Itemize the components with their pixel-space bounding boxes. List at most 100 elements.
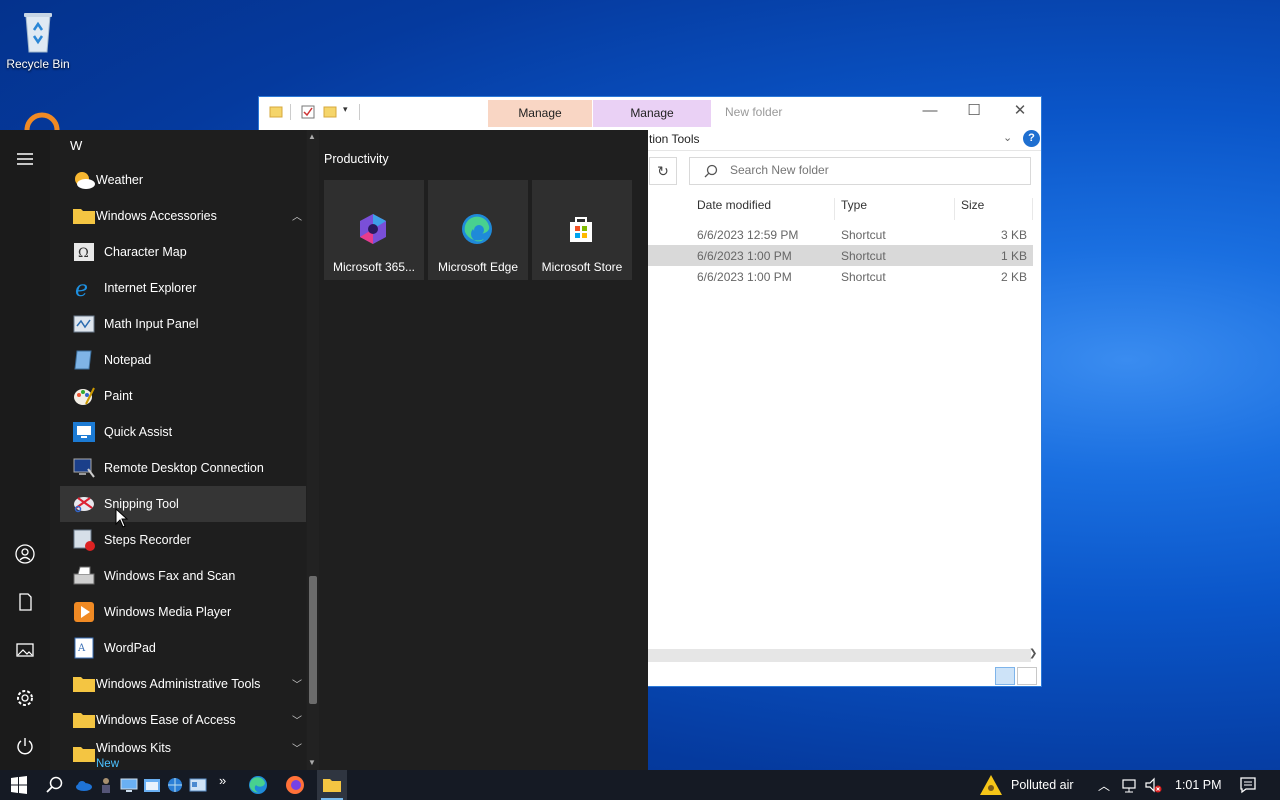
action-center-icon[interactable]	[1238, 775, 1258, 795]
app-snipping-tool[interactable]: Snipping Tool	[60, 486, 306, 522]
network-status-icon[interactable]	[1120, 775, 1140, 795]
folder-ease-of-access[interactable]: Windows Ease of Access ﹀	[60, 702, 306, 738]
documents-icon[interactable]	[12, 589, 38, 615]
quick-assist-icon	[73, 422, 95, 442]
app-paint[interactable]: Paint	[60, 378, 306, 414]
file-type: Shortcut	[841, 228, 886, 242]
mouse-cursor-icon	[115, 508, 129, 528]
app-label: Paint	[104, 389, 133, 403]
monitor-icon[interactable]	[119, 775, 139, 795]
tile-group-title[interactable]: Productivity	[324, 152, 389, 166]
settings-gear-icon[interactable]	[12, 685, 38, 711]
taskbar: » Polluted air ︿ 1:01 PM	[0, 770, 1280, 800]
windows-start-icon[interactable]	[9, 775, 29, 795]
firefox-icon[interactable]	[285, 775, 305, 795]
app-wordpad[interactable]: A WordPad	[60, 630, 306, 666]
air-quality-icon[interactable]	[979, 773, 1003, 797]
close-button[interactable]: ✕	[997, 97, 1041, 127]
file-row[interactable]: 6/6/2023 12:59 PM Shortcut 3 KB	[647, 224, 1033, 245]
tile-microsoft-365[interactable]: Microsoft 365...	[324, 180, 424, 280]
minimize-button[interactable]: —	[907, 97, 953, 127]
volume-muted-icon[interactable]	[1143, 775, 1163, 795]
refresh-button[interactable]: ↻	[649, 157, 677, 185]
app-character-map[interactable]: Ω Character Map	[60, 234, 306, 270]
scroll-right-icon[interactable]: ❯	[1029, 648, 1037, 659]
svg-text:e: e	[75, 277, 88, 300]
app-label: WordPad	[104, 641, 156, 655]
chevron-down-icon: ﹀	[292, 744, 302, 755]
app-math-input-panel[interactable]: Math Input Panel	[60, 306, 306, 342]
column-date-modified[interactable]: Date modified	[691, 198, 835, 220]
qat-dropdown-icon[interactable]: ▾	[343, 104, 348, 115]
scroll-down-icon[interactable]: ▼	[308, 758, 316, 767]
more-apps-icon[interactable]: »	[219, 773, 226, 788]
app-steps-recorder[interactable]: Steps Recorder	[60, 522, 306, 558]
tab-manage-application[interactable]: Manage	[593, 100, 711, 127]
window-title: New folder	[725, 105, 783, 119]
folder-windows-kits[interactable]: Windows Kits New ﹀	[60, 734, 306, 770]
scroll-thumb[interactable]	[309, 576, 317, 704]
user-tray-icon[interactable]	[96, 775, 116, 795]
scroll-up-icon[interactable]: ▲	[308, 132, 316, 141]
app-label: Weather	[96, 173, 144, 187]
search-input[interactable]	[730, 163, 1020, 177]
power-icon[interactable]	[12, 733, 38, 759]
tab-manage-shortcut[interactable]: Manage	[488, 100, 592, 127]
pictures-icon[interactable]	[12, 637, 38, 663]
show-hidden-icons-icon[interactable]: ︿	[1098, 777, 1110, 794]
onedrive-icon[interactable]	[74, 775, 94, 795]
maximize-button[interactable]: ☐	[951, 97, 997, 127]
weather-status-text[interactable]: Polluted air	[1011, 778, 1074, 792]
hamburger-menu-icon[interactable]	[12, 146, 38, 172]
horizontal-scrollbar[interactable]	[647, 649, 1031, 662]
app-remote-desktop[interactable]: Remote Desktop Connection	[60, 450, 306, 486]
search-icon[interactable]	[45, 775, 65, 795]
control-panel-icon[interactable]	[188, 775, 208, 795]
fax-scan-icon	[73, 566, 95, 585]
help-icon[interactable]: ?	[1023, 130, 1040, 147]
column-size[interactable]: Size	[955, 198, 1033, 220]
file-date: 6/6/2023 12:59 PM	[697, 228, 799, 242]
network-icon[interactable]	[165, 775, 185, 795]
edge-taskbar-icon[interactable]	[248, 775, 268, 795]
app-fax-and-scan[interactable]: Windows Fax and Scan	[60, 558, 306, 594]
tile-microsoft-store[interactable]: Microsoft Store	[532, 180, 632, 280]
tile-microsoft-edge[interactable]: Microsoft Edge	[428, 180, 528, 280]
microsoft-365-icon	[360, 214, 386, 244]
paint-icon	[74, 387, 95, 405]
svg-text:A: A	[77, 643, 86, 654]
app-quick-assist[interactable]: Quick Assist	[60, 414, 306, 450]
large-icons-view-button[interactable]	[1017, 667, 1037, 685]
file-row[interactable]: 6/6/2023 1:00 PM Shortcut 1 KB	[647, 245, 1033, 266]
refresh-icon: ↻	[657, 163, 669, 179]
folder-icon	[73, 747, 95, 762]
remote-desktop-icon	[73, 458, 95, 478]
recycle-bin[interactable]: Recycle Bin	[0, 8, 76, 71]
app-weather[interactable]: Weather	[60, 162, 306, 198]
properties-icon[interactable]	[301, 105, 315, 119]
new-folder-icon[interactable]	[323, 105, 337, 119]
letter-header[interactable]: W	[70, 138, 82, 153]
internet-explorer-icon: e	[75, 277, 88, 300]
app-internet-explorer[interactable]: e Internet Explorer	[60, 270, 306, 306]
file-size: 3 KB	[1000, 228, 1027, 242]
ribbon-expand-icon[interactable]: ⌄	[1003, 131, 1012, 144]
ribbon-tools-label[interactable]: tion Tools	[649, 132, 699, 146]
app-media-player[interactable]: Windows Media Player	[60, 594, 306, 630]
column-type[interactable]: Type	[835, 198, 955, 220]
search-box[interactable]	[689, 157, 1031, 185]
folder-icon[interactable]	[269, 105, 283, 119]
app-notepad[interactable]: Notepad	[60, 342, 306, 378]
user-account-icon[interactable]	[12, 541, 38, 567]
file-explorer-icon[interactable]	[142, 775, 162, 795]
details-view-button[interactable]	[995, 667, 1015, 685]
clock[interactable]: 1:01 PM	[1175, 778, 1222, 792]
explorer-titlebar[interactable]: ▾ Manage Manage New folder — ☐ ✕	[259, 97, 1041, 127]
file-size: 2 KB	[1000, 270, 1027, 284]
file-size: 1 KB	[1000, 249, 1027, 263]
active-app-indicator[interactable]	[317, 770, 347, 800]
folder-windows-accessories[interactable]: Windows Accessories ︿	[60, 198, 306, 234]
folder-administrative-tools[interactable]: Windows Administrative Tools ﹀	[60, 666, 306, 702]
partial-desktop-icon[interactable]	[24, 112, 60, 132]
file-row[interactable]: 6/6/2023 1:00 PM Shortcut 2 KB	[647, 266, 1033, 287]
